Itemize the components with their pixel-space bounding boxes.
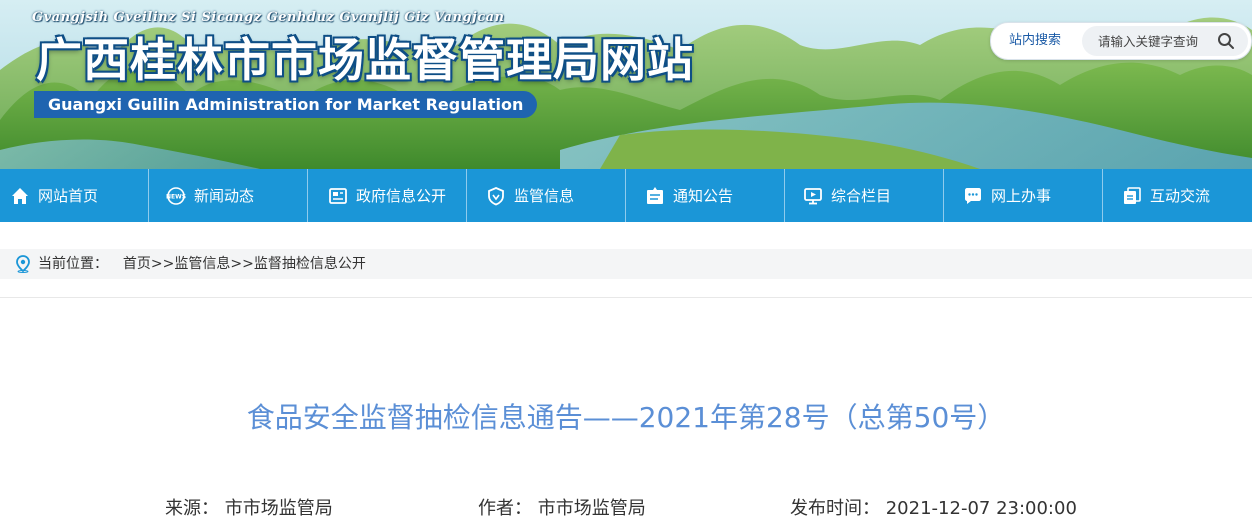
nav-label: 互动交流 — [1150, 187, 1211, 205]
svg-text:NEWS: NEWS — [166, 193, 186, 200]
site-search: 站内搜索 — [990, 22, 1252, 60]
main-nav: 网站首页 NEWS 新闻动态 政府信息公开 监管信息 通知公告 综合栏目 网上办… — [0, 169, 1252, 222]
document-icon — [329, 187, 347, 204]
nav-item-online-service[interactable]: 网上办事 — [963, 169, 1051, 222]
time-label: 发布时间： — [790, 498, 880, 519]
home-icon — [12, 187, 28, 204]
copy-icon — [1124, 186, 1141, 204]
announcement-icon — [647, 186, 663, 204]
time-value: 2021-12-07 23:00:00 — [885, 498, 1077, 519]
search-icon[interactable] — [1217, 32, 1235, 50]
breadcrumb-supervision[interactable]: 监管信息 — [174, 256, 230, 272]
article-title: 食品安全监督抽检信息通告——2021年第28号（总第50号） — [246, 401, 1006, 434]
monitor-icon — [804, 187, 822, 204]
nav-item-columns[interactable]: 综合栏目 — [803, 169, 891, 222]
chat-icon — [965, 187, 981, 204]
site-title[interactable]: 广西桂林市市场监督管理局网站 — [36, 32, 694, 88]
breadcrumb-separator: >> — [230, 256, 254, 272]
pinyin-tagline: Gvangjsih Gveilinz Si Sicangz Genhduz Gv… — [32, 10, 505, 25]
source-label: 来源： — [165, 498, 219, 519]
news-icon: NEWS — [166, 186, 186, 205]
nav-item-home[interactable]: 网站首页 — [10, 169, 98, 222]
content-divider — [0, 297, 1252, 298]
source-value: 市市场监管局 — [224, 498, 333, 519]
location-pin-icon — [16, 255, 30, 273]
breadcrumb-current[interactable]: 监督抽检信息公开 — [254, 256, 366, 272]
nav-label: 监管信息 — [514, 187, 575, 205]
breadcrumb-home[interactable]: 首页 — [123, 256, 151, 272]
nav-label: 网站首页 — [38, 187, 99, 205]
article-author: 作者： 市市场监管局 — [478, 496, 646, 522]
search-label: 站内搜索 — [1009, 33, 1062, 48]
nav-label: 政府信息公开 — [356, 187, 447, 205]
header-banner: Gvangjsih Gveilinz Si Sicangz Genhduz Gv… — [0, 0, 1252, 169]
breadcrumb-row: 当前位置： 首页>>监管信息>>监督抽检信息公开 — [38, 249, 366, 279]
breadcrumb-separator: >> — [150, 256, 175, 272]
author-value: 市市场监管局 — [537, 498, 646, 519]
nav-label: 新闻动态 — [194, 187, 255, 205]
nav-item-interaction[interactable]: 互动交流 — [1122, 169, 1210, 222]
site-subtitle-en: Guangxi Guilin Administration for Market… — [34, 91, 538, 118]
shield-icon — [488, 186, 504, 205]
article-publish-time: 发布时间： 2021-12-07 23:00:00 — [790, 496, 1077, 522]
nav-label: 综合栏目 — [831, 187, 892, 205]
breadcrumb: 当前位置： 首页>>监管信息>>监督抽检信息公开 — [0, 249, 1252, 279]
nav-item-notice[interactable]: 通知公告 — [645, 169, 733, 222]
nav-item-news[interactable]: NEWS 新闻动态 — [166, 169, 254, 222]
author-label: 作者： — [478, 498, 532, 519]
nav-label: 通知公告 — [673, 187, 734, 205]
nav-item-supervision[interactable]: 监管信息 — [486, 169, 574, 222]
nav-label: 网上办事 — [991, 187, 1052, 205]
breadcrumb-prefix: 当前位置： — [38, 256, 108, 272]
nav-item-gov-info[interactable]: 政府信息公开 — [328, 169, 446, 222]
article-source: 来源： 市市场监管局 — [165, 496, 333, 522]
